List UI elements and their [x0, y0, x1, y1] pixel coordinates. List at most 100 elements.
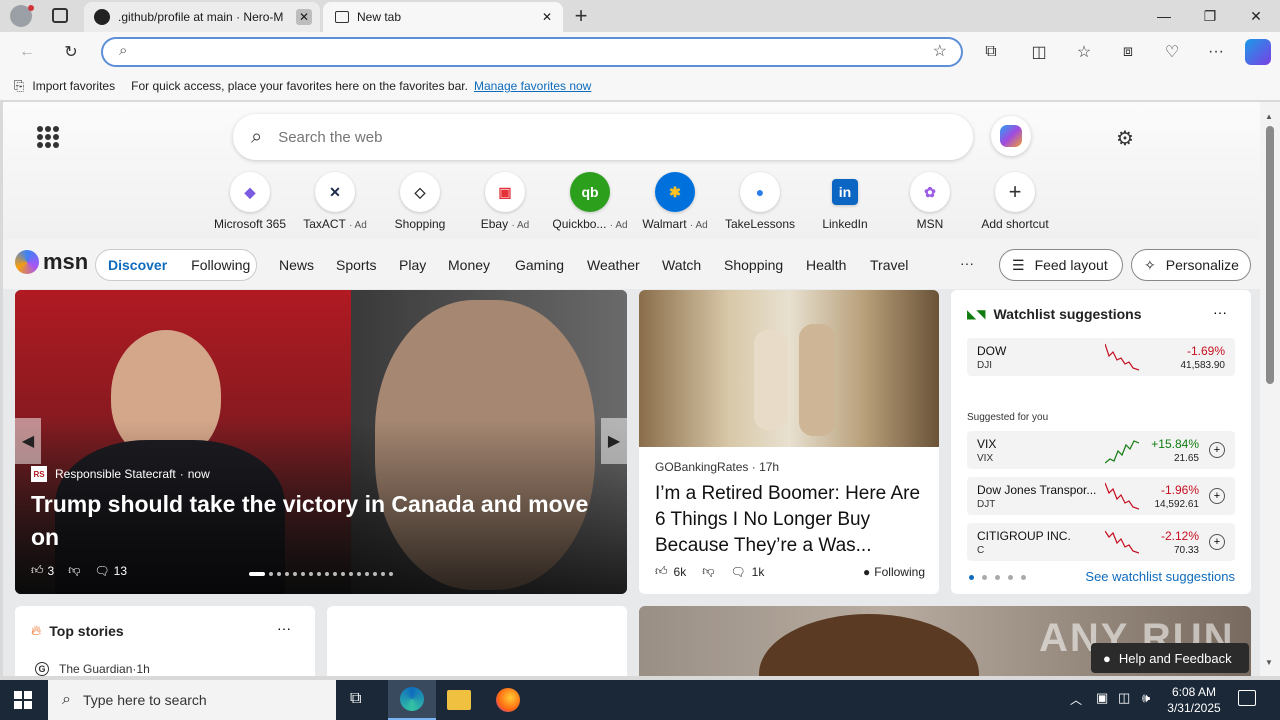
add-shortcut[interactable]: + Add shortcut — [970, 172, 1060, 231]
more-menu-icon[interactable]: ··· — [1203, 40, 1229, 64]
carousel-next-icon[interactable]: ▶ — [601, 418, 627, 464]
tab-new-tab[interactable]: New tab ✕ — [323, 2, 563, 32]
windows-start-icon[interactable] — [14, 691, 32, 709]
comment-icon[interactable]: 🗨︎ — [730, 565, 745, 579]
thumbs-down-icon[interactable]: 👎︎ — [702, 564, 714, 579]
volume-icon[interactable]: 🕪︎ — [1142, 690, 1150, 706]
feed-layout-button[interactable]: ☰ Feed layout — [999, 249, 1123, 281]
favorites-bar: ⎘ Import favorites For quick access, pla… — [0, 72, 1280, 100]
copilot-button[interactable] — [991, 116, 1031, 156]
nav-news[interactable]: News — [279, 257, 314, 273]
taskbar-search[interactable]: ⌕ Type here to search — [48, 680, 336, 720]
thumbs-up-icon[interactable]: 👍︎ — [31, 563, 44, 578]
shortcut-linkedin[interactable]: in LinkedIn — [800, 172, 890, 231]
scroll-up-icon[interactable]: ▲ — [1265, 112, 1273, 121]
thumbs-down-icon[interactable]: 👎︎ — [68, 563, 80, 578]
collections-icon[interactable]: ⧈ — [1115, 40, 1141, 64]
copilot-icon[interactable] — [1245, 39, 1271, 65]
quickbooks-icon: qb — [570, 172, 610, 212]
show-hidden-icons[interactable]: ︿ — [1070, 691, 1082, 708]
stock-row[interactable]: VIX VIX +15.84% 21.65 + — [967, 431, 1235, 469]
performance-icon[interactable]: ♡ — [1159, 40, 1185, 64]
manage-favorites-link[interactable]: Manage favorites now — [474, 79, 591, 93]
tab-github[interactable]: .github/profile at main · Nero-M ✕ — [84, 2, 320, 32]
comment-icon[interactable]: 🗨︎ — [94, 564, 109, 578]
carousel-prev-icon[interactable]: ◀ — [15, 418, 41, 464]
thumbs-up-icon[interactable]: 👍︎ — [655, 564, 668, 579]
top-stories-more-icon[interactable]: ··· — [277, 620, 291, 636]
hero-story-card[interactable]: ◀ ▶ RS Responsible Statecraft · now Trum… — [15, 290, 627, 594]
hero-headline[interactable]: Trump should take the victory in Canada … — [31, 488, 611, 554]
nav-gaming[interactable]: Gaming — [515, 257, 564, 273]
shortcut-walmart[interactable]: ✱ Walmart · Ad — [630, 172, 720, 231]
shortcut-quickbooks[interactable]: qb Quickbo... · Ad — [545, 172, 635, 231]
nav-travel[interactable]: Travel — [870, 257, 908, 273]
nav-weather[interactable]: Weather — [587, 257, 640, 273]
firefox-icon[interactable] — [496, 688, 520, 712]
minimize-button[interactable]: — — [1141, 0, 1187, 32]
shortcut-ebay[interactable]: ▣ Ebay · Ad — [460, 172, 550, 231]
favorite-star-icon[interactable]: ☆ — [933, 41, 947, 61]
web-search-input[interactable] — [278, 128, 919, 146]
shortcut-takelessons[interactable]: ● TakeLessons — [715, 172, 805, 231]
network-icon[interactable]: ▣ — [1096, 690, 1108, 706]
more-nav-button[interactable]: ··· — [960, 255, 974, 271]
favorites-icon[interactable]: ☆ — [1071, 40, 1097, 64]
new-tab-button[interactable]: + — [568, 3, 594, 29]
extensions-icon[interactable]: ⧉ — [978, 40, 1004, 64]
fire-icon: 🔥︎ — [31, 622, 42, 638]
personalize-button[interactable]: ✧ Personalize — [1131, 249, 1251, 281]
task-view-icon[interactable]: ⧉ — [350, 690, 361, 708]
nav-shopping[interactable]: Shopping — [724, 257, 783, 273]
following-label[interactable]: Following — [874, 565, 925, 579]
apps-grid-icon[interactable] — [37, 126, 59, 148]
close-tab-icon[interactable]: ✕ — [296, 9, 312, 25]
close-tab-icon[interactable]: ✕ — [539, 9, 555, 25]
tab-actions-icon[interactable] — [52, 8, 68, 23]
address-bar[interactable]: ⌕ ☆ — [101, 37, 963, 67]
stock-row[interactable]: DOW DJI -1.69% 41,583.90 — [967, 338, 1235, 376]
scrollbar-thumb[interactable] — [1266, 126, 1274, 384]
shortcut-msn[interactable]: ✿ MSN — [885, 172, 975, 231]
msn-logo[interactable]: msn — [15, 249, 88, 275]
nav-sports[interactable]: Sports — [336, 257, 376, 273]
file-explorer-icon[interactable] — [447, 690, 471, 710]
tab-following[interactable]: Following — [191, 257, 250, 273]
stock-row[interactable]: Dow Jones Transpor... DJT -1.96% 14,592.… — [967, 477, 1235, 515]
clock-time: 6:08 AM — [1171, 685, 1217, 699]
watchlist-more-icon[interactable]: ··· — [1213, 304, 1227, 320]
stock-row[interactable]: CITIGROUP INC. C -2.12% 70.33 + — [967, 523, 1235, 561]
nav-watch[interactable]: Watch — [662, 257, 701, 273]
close-window-button[interactable]: ✕ — [1233, 0, 1279, 32]
wifi-icon[interactable]: ◫ — [1118, 690, 1130, 706]
scroll-down-icon[interactable]: ▼ — [1265, 658, 1273, 667]
split-screen-icon[interactable]: ◫ — [1026, 40, 1052, 64]
nav-money[interactable]: Money — [448, 257, 490, 273]
import-favorites[interactable]: Import favorites — [32, 79, 115, 93]
nav-health[interactable]: Health — [806, 257, 846, 273]
add-to-watchlist-icon[interactable]: + — [1209, 488, 1225, 504]
system-clock[interactable]: 6:08 AM 3/31/2025 — [1164, 684, 1224, 716]
tab-discover[interactable]: Discover — [108, 257, 167, 273]
settings-gear-icon[interactable]: ⚙ — [1116, 126, 1134, 151]
add-to-watchlist-icon[interactable]: + — [1209, 442, 1225, 458]
web-search-box[interactable]: ⌕ — [233, 114, 973, 160]
stock-price: 41,583.90 — [1180, 360, 1226, 371]
refresh-icon[interactable]: ↻ — [58, 40, 84, 64]
shortcut-microsoft365[interactable]: ◆ Microsoft 365 — [205, 172, 295, 231]
back-icon[interactable]: ← — [14, 40, 40, 64]
nav-play[interactable]: Play — [399, 257, 426, 273]
notifications-icon[interactable] — [1238, 690, 1256, 706]
story-source: G The Guardian · 1h — [35, 662, 150, 676]
page-scrollbar[interactable]: ▲ ▼ — [1260, 102, 1280, 676]
taskbar-edge[interactable] — [388, 680, 436, 720]
restore-button[interactable]: ❐ — [1187, 0, 1233, 32]
shortcut-shopping[interactable]: ◇ Shopping — [375, 172, 465, 231]
story-headline[interactable]: I’m a Retired Boomer: Here Are 6 Things … — [655, 481, 925, 559]
address-input[interactable] — [147, 43, 907, 61]
story-card[interactable]: GOBankingRates · 17h I’m a Retired Boome… — [639, 290, 939, 594]
see-watchlist-link[interactable]: See watchlist suggestions — [1081, 569, 1235, 584]
shortcut-taxact[interactable]: ✕ TaxACT · Ad — [290, 172, 380, 231]
add-to-watchlist-icon[interactable]: + — [1209, 534, 1225, 550]
help-feedback-button[interactable]: ● Help and Feedback — [1091, 643, 1249, 673]
